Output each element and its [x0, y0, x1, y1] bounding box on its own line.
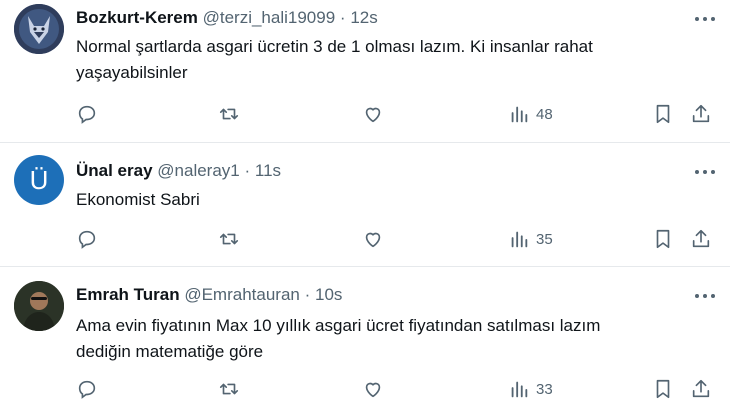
- tweet-text: Ama evin fiyatının Max 10 yıllık asgari …: [76, 313, 716, 365]
- view-count: 33: [536, 380, 553, 398]
- tweet-text: Normal şartlarda asgari ücretin 3 de 1 o…: [76, 34, 716, 86]
- tweet-header: Bozkurt-Kerem @terzi_hali19099 · 12s: [76, 8, 378, 28]
- tweet-2[interactable]: Ü Ünal eray @naleray1 · 11s Ekonomist Sa…: [0, 143, 730, 266]
- view-count: 48: [536, 105, 553, 123]
- share-icon: [692, 104, 710, 123]
- timestamp[interactable]: 10s: [315, 285, 342, 304]
- bookmark-icon: [656, 104, 670, 124]
- action-bar: 48: [76, 102, 716, 126]
- share-button[interactable]: [690, 377, 712, 401]
- reply-icon: [78, 230, 96, 249]
- tweet-text-line: dediğin matematiğe göre: [76, 342, 264, 361]
- reply-button[interactable]: [76, 102, 98, 126]
- heart-icon: [365, 107, 381, 123]
- share-button[interactable]: [690, 227, 712, 251]
- like-button[interactable]: [362, 227, 384, 251]
- views-bar-chart-icon: [511, 231, 528, 248]
- views-button[interactable]: 48: [508, 102, 553, 126]
- user-handle[interactable]: @terzi_hali19099: [203, 8, 336, 27]
- retweet-button[interactable]: [218, 227, 240, 251]
- views-bar-chart-icon: [511, 381, 528, 398]
- profile-photo-avatar: [14, 281, 64, 331]
- tweet-3[interactable]: Emrah Turan @Emrahtauran · 10s Ama evin …: [0, 267, 730, 420]
- views-button[interactable]: 33: [508, 377, 553, 401]
- display-name[interactable]: Ünal eray: [76, 161, 153, 180]
- share-icon: [692, 379, 710, 398]
- separator-dot: ·: [304, 285, 311, 304]
- tweet-text-line: Normal şartlarda asgari ücretin 3 de 1 o…: [76, 37, 593, 56]
- view-count: 35: [536, 230, 553, 248]
- reply-icon: [78, 380, 96, 399]
- views-button[interactable]: 35: [508, 227, 553, 251]
- avatar[interactable]: [14, 281, 64, 331]
- tweet-text-line: yaşayabilsinler: [76, 63, 188, 82]
- heart-icon: [365, 382, 381, 398]
- user-handle[interactable]: @naleray1: [157, 161, 239, 180]
- retweet-icon: [219, 108, 239, 120]
- retweet-button[interactable]: [218, 377, 240, 401]
- more-dots-icon[interactable]: [694, 16, 716, 22]
- avatar-letter: Ü: [29, 165, 49, 195]
- bookmark-icon: [656, 229, 670, 249]
- display-name[interactable]: Emrah Turan: [76, 285, 180, 304]
- tweet-1[interactable]: Bozkurt-Kerem @terzi_hali19099 · 12s Nor…: [0, 0, 730, 142]
- tweet-header: Ünal eray @naleray1 · 11s: [76, 161, 281, 181]
- retweet-icon: [219, 233, 239, 245]
- share-icon: [692, 229, 710, 248]
- display-name[interactable]: Bozkurt-Kerem: [76, 8, 198, 27]
- bookmark-icon: [656, 379, 670, 399]
- separator-dot: ·: [339, 8, 346, 27]
- action-bar: 35: [76, 227, 716, 251]
- wolf-avatar-image: [14, 4, 64, 54]
- like-button[interactable]: [362, 102, 384, 126]
- heart-icon: [365, 232, 381, 248]
- retweet-button[interactable]: [218, 102, 240, 126]
- bookmark-button[interactable]: [652, 377, 674, 401]
- tweet-text-line: Ama evin fiyatının Max 10 yıllık asgari …: [76, 316, 601, 335]
- bookmark-button[interactable]: [652, 227, 674, 251]
- retweet-icon: [219, 383, 239, 395]
- more-dots-icon[interactable]: [694, 169, 716, 175]
- action-bar: 33: [76, 377, 716, 401]
- share-button[interactable]: [690, 102, 712, 126]
- more-dots-icon[interactable]: [694, 293, 716, 299]
- like-button[interactable]: [362, 377, 384, 401]
- avatar[interactable]: [14, 4, 64, 54]
- timestamp[interactable]: 12s: [350, 8, 377, 27]
- views-bar-chart-icon: [511, 106, 528, 123]
- tweet-text: Ekonomist Sabri: [76, 187, 716, 213]
- avatar[interactable]: Ü: [14, 155, 64, 205]
- user-handle[interactable]: @Emrahtauran: [184, 285, 300, 304]
- bookmark-button[interactable]: [652, 102, 674, 126]
- separator-dot: ·: [244, 161, 251, 180]
- reply-icon: [78, 105, 96, 124]
- tweet-text-line: Ekonomist Sabri: [76, 190, 200, 209]
- reply-button[interactable]: [76, 377, 98, 401]
- reply-button[interactable]: [76, 227, 98, 251]
- timestamp[interactable]: 11s: [255, 161, 281, 180]
- tweet-header: Emrah Turan @Emrahtauran · 10s: [76, 285, 342, 305]
